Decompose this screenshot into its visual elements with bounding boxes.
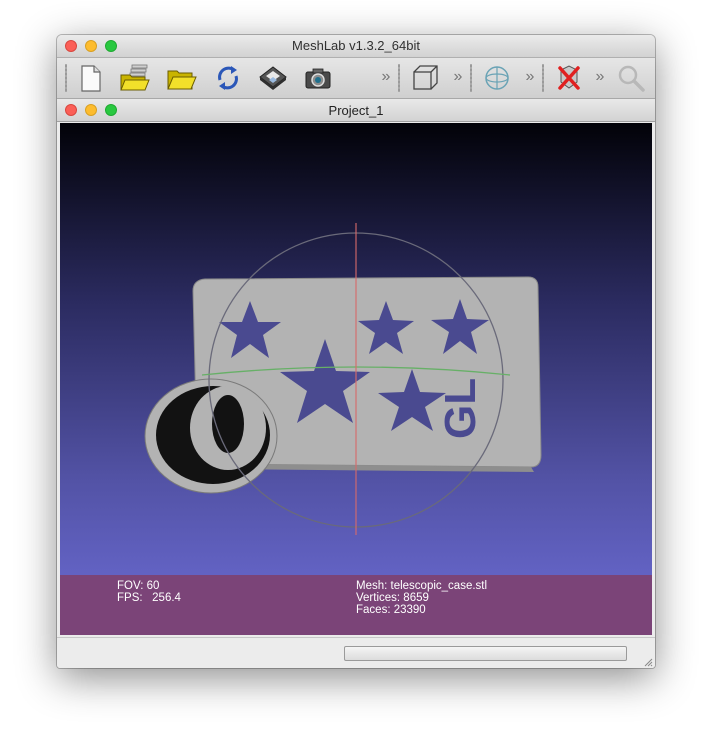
fov-label: FOV: 60	[117, 580, 160, 592]
window-titlebar[interactable]: MeshLab v1.3.2_64bit	[57, 35, 655, 58]
toolbar-grip[interactable]	[65, 64, 67, 92]
fps-value: 256.4	[152, 592, 181, 604]
main-window: MeshLab v1.3.2_64bit » » » » Project_1 G…	[57, 35, 655, 668]
fps-label: FPS:	[117, 592, 143, 604]
status-bar	[57, 637, 655, 668]
toolbar-overflow-chevron-2[interactable]: »	[451, 68, 465, 86]
knob-slot	[212, 395, 244, 453]
3d-viewport[interactable]: GL FOV: 60 FPS: 256.4 Mesh: telescopic_c…	[60, 123, 652, 635]
open-layers-icon	[120, 64, 150, 91]
cube-view-icon	[413, 65, 438, 90]
zoom-icon	[618, 65, 645, 92]
faces-label: Faces: 23390	[356, 604, 426, 616]
delete-icon	[558, 65, 580, 90]
render-stats: FOV: 60 FPS: 256.4	[117, 580, 181, 604]
model-gl-text: GL	[436, 378, 485, 439]
project-titlebar[interactable]: Project_1	[57, 99, 655, 122]
toolbar-grip-2[interactable]	[398, 64, 400, 92]
trackball-button[interactable]	[481, 62, 513, 94]
delete-button[interactable]	[553, 62, 585, 94]
main-toolbar: » » » »	[57, 58, 655, 99]
window-title: MeshLab v1.3.2_64bit	[292, 38, 420, 53]
trackball-icon	[485, 66, 509, 90]
save-button[interactable]	[257, 62, 289, 94]
reload-icon	[218, 66, 238, 90]
vertices-label: Vertices: 8659	[356, 592, 429, 604]
snapshot-button[interactable]	[302, 62, 334, 94]
reload-button[interactable]	[212, 62, 244, 94]
mesh-label: Mesh: telescopic_case.stl	[356, 580, 488, 592]
open-folder-button[interactable]	[165, 62, 197, 94]
toolbar-grip-3[interactable]	[470, 64, 472, 92]
mesh-render: GL	[144, 223, 542, 535]
open-folder-icon	[167, 70, 197, 90]
zoom-button-toolbar[interactable]	[615, 62, 647, 94]
project-title: Project_1	[328, 103, 384, 118]
info-overlay: FOV: 60 FPS: 256.4 Mesh: telescopic_case…	[60, 575, 652, 635]
progress-bar	[344, 646, 627, 661]
resize-grip-icon[interactable]	[643, 657, 653, 667]
cube-view-button[interactable]	[409, 62, 441, 94]
toolbar-overflow-chevron-1[interactable]: »	[379, 68, 393, 86]
save-icon	[259, 66, 287, 90]
open-layers-button[interactable]	[118, 62, 150, 94]
toolbar-overflow-chevron-4[interactable]: »	[593, 68, 607, 86]
new-document-button[interactable]	[74, 62, 106, 94]
toolbar-overflow-chevron-3[interactable]: »	[523, 68, 537, 86]
snapshot-icon	[305, 68, 331, 89]
new-document-icon	[81, 65, 101, 92]
mesh-stats: Mesh: telescopic_case.stl Vertices: 8659…	[356, 580, 487, 616]
fps-line: FPS: 256.4	[117, 592, 181, 604]
toolbar-grip-4[interactable]	[542, 64, 544, 92]
